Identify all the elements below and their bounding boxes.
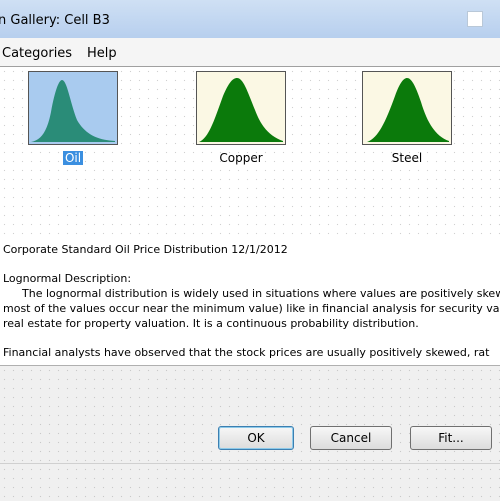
title-bar: n Gallery: Cell B3 (0, 0, 500, 39)
gallery-label-oil: Oil (62, 151, 84, 165)
close-button[interactable] (467, 11, 483, 27)
gallery-item-steel[interactable]: Steel (362, 71, 452, 165)
ok-button[interactable]: OK (218, 426, 294, 450)
gallery-item-oil[interactable]: Oil (28, 71, 118, 165)
copper-distribution-thumbnail (196, 71, 286, 145)
description-heading: Lognormal Description: (3, 272, 132, 285)
description-text: real estate for property valuation. It i… (3, 317, 419, 330)
gallery-item-copper[interactable]: Copper (196, 71, 286, 165)
description-title: Corporate Standard Oil Price Distributio… (3, 243, 288, 256)
menu-categories[interactable]: Categories (2, 46, 72, 61)
cancel-button[interactable]: Cancel (310, 426, 392, 450)
distribution-gallery: Oil Copper Steel (0, 66, 500, 240)
menu-bar: Categories Help (0, 38, 500, 66)
description-text: The lognormal distribution is widely use… (22, 287, 500, 300)
window-title: n Gallery: Cell B3 (0, 13, 110, 28)
oil-distribution-thumbnail (28, 71, 118, 145)
description-panel: Corporate Standard Oil Price Distributio… (0, 239, 500, 366)
fit-button[interactable]: Fit... (410, 426, 492, 450)
status-bar (0, 463, 500, 501)
description-text: Financial analysts have observed that th… (3, 346, 490, 359)
description-text: most of the values occur near the minimu… (3, 302, 500, 315)
menu-help[interactable]: Help (87, 46, 117, 61)
steel-distribution-thumbnail (362, 71, 452, 145)
gallery-label-steel: Steel (391, 151, 423, 165)
gallery-label-copper: Copper (219, 151, 263, 165)
